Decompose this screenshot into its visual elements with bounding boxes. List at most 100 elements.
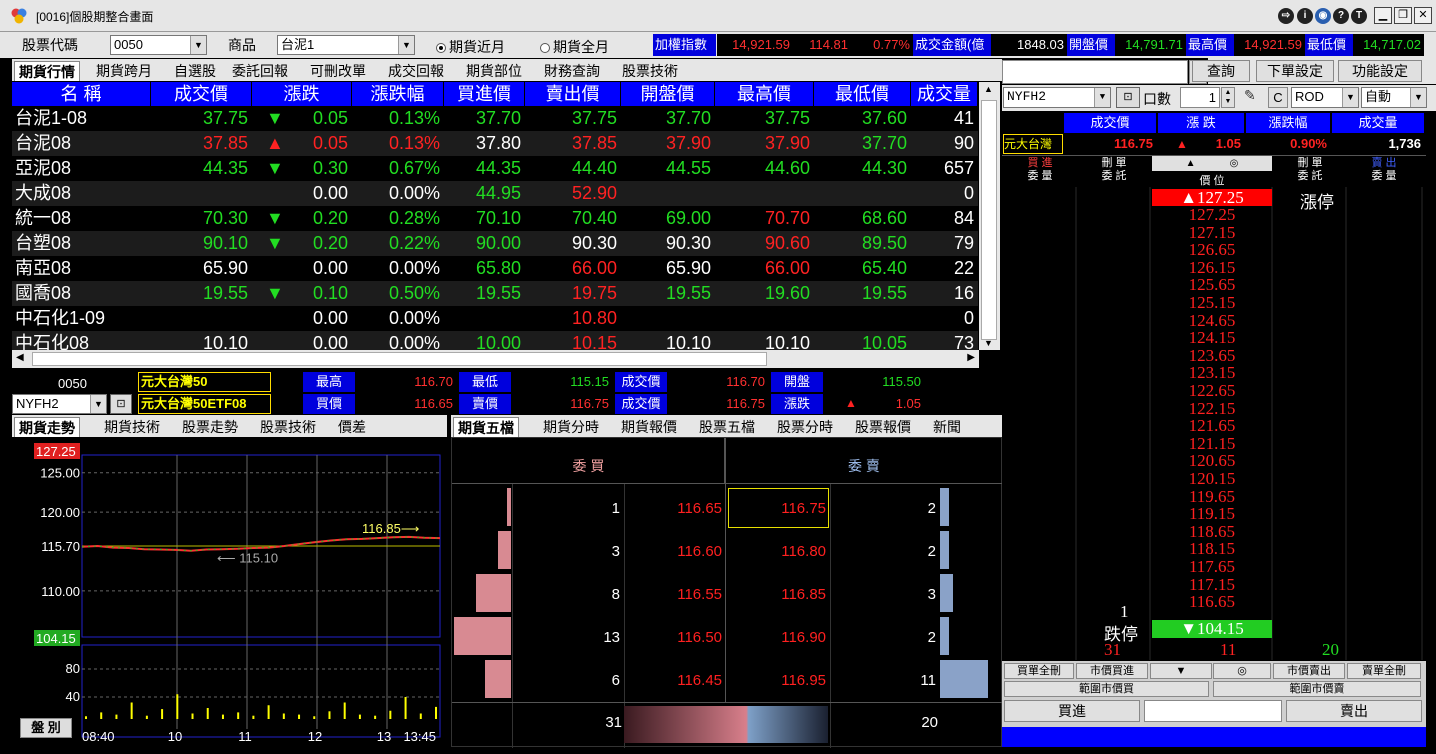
mode-select[interactable]: 自動 ▼ [1361,87,1427,108]
ladder-price[interactable]: 124.65 [1152,311,1272,330]
ladder-price[interactable]: 125.65 [1152,276,1272,294]
ladder-top-price[interactable]: ▲127.25 [1152,189,1272,206]
order-settings-button[interactable]: 下單設定 [1256,60,1334,82]
product-select[interactable]: 台泥1 ▼ [277,35,415,55]
disk-button[interactable]: 盤 別 [20,718,72,738]
tab-book-5[interactable]: 股票報價 [851,417,915,437]
quote-row[interactable]: 亞泥08 44.35 0.30 ▼ 0.67% 44.35 44.40 44.55 44.60 4… [12,156,978,181]
book-bid-qty[interactable]: 8 [552,586,622,603]
tab-top-4[interactable]: 可刪改單 [306,61,370,81]
order-type-select[interactable]: ROD ▼ [1291,87,1359,108]
buy-delete-all-button[interactable]: 買單全刪 [1004,663,1074,679]
quote-row[interactable]: 台泥08 37.85 0.05 ▲ 0.13% 37.80 37.85 37.90 37.90 3… [12,131,978,156]
book-bid[interactable]: 116.60 [624,543,724,560]
export-icon[interactable]: ⇨ [1278,8,1294,24]
tab-book-2[interactable]: 期貨報價 [617,417,681,437]
stock-code-select[interactable]: 0050 ▼ [110,35,207,55]
tab-top-6[interactable]: 期貨部位 [462,61,526,81]
quote-row[interactable]: 台泥1-08 37.75 0.05 ▼ 0.13% 37.70 37.75 37.70 37.7… [12,106,978,131]
quote-row[interactable]: 大成08 0.00 0.00% 44.95 52.90 0 [12,181,978,206]
quote-table-vscroll[interactable]: ▲ ▼ [979,82,1000,350]
tab-book-6[interactable]: 新聞 [929,417,965,437]
tab-chart-4[interactable]: 價差 [334,417,370,437]
hscroll-thumb[interactable] [32,352,767,366]
col-header-6[interactable]: 開盤價 [621,82,715,106]
book-ask-qty[interactable]: 3 [882,586,938,603]
col-header-1[interactable]: 成交價 [151,82,252,106]
query-button[interactable]: 查詢 [1192,60,1250,82]
help-icon[interactable]: ? [1333,8,1349,24]
tab-chart-1[interactable]: 期貨技術 [100,417,164,437]
book-ask-qty[interactable]: 2 [882,500,938,517]
tab-book-4[interactable]: 股票分時 [773,417,837,437]
book-bid[interactable]: 116.45 [624,672,724,689]
qty-input[interactable]: 1 [1180,87,1220,108]
ladder-price[interactable]: 123.15 [1152,364,1272,382]
col-header-2[interactable]: 漲跌 [252,82,352,106]
up-arrow-icon[interactable]: ▲ [1186,158,1196,169]
ladder-price[interactable]: 120.65 [1152,452,1272,470]
tab-top-2[interactable]: 自選股 [170,61,220,81]
book-bid[interactable]: 116.50 [624,629,724,646]
quote-row[interactable]: 統一08 70.30 0.20 ▼ 0.28% 70.10 70.40 69.00 70.70 6… [12,206,978,231]
text-icon[interactable]: T [1351,8,1367,24]
quote-table-hscroll[interactable]: ◀ ▶ [12,350,979,368]
order-contract-select[interactable]: NYFH2 ▼ [1003,87,1111,108]
pencil-icon[interactable]: ✎ [1244,87,1266,108]
col-header-8[interactable]: 最低價 [814,82,911,106]
book-ask[interactable]: 116.95 [728,672,828,689]
ladder-price[interactable]: 123.65 [1152,346,1272,365]
scroll-thumb[interactable] [981,100,997,340]
ladder-price[interactable]: 126.65 [1152,241,1272,259]
center-button[interactable]: ◎ [1213,663,1271,679]
ladder-price[interactable]: 120.15 [1152,470,1272,488]
book-bid[interactable]: 116.65 [624,500,724,517]
tab-top-1[interactable]: 期貨跨月 [92,61,156,81]
col-header-5[interactable]: 賣出價 [525,82,621,106]
ladder-price[interactable]: 118.15 [1152,540,1272,558]
bid-qty-best[interactable]: 1 [1120,602,1129,622]
c-button[interactable]: C [1268,87,1288,108]
info-icon[interactable]: i [1297,8,1313,24]
range-market-buy-button[interactable]: 範圍市價買 [1004,681,1209,697]
qty-stepper[interactable]: ▲ ▼ [1221,87,1235,108]
quote-row[interactable]: 國喬08 19.55 0.10 ▼ 0.50% 19.55 19.75 19.55 19.60 1… [12,281,978,306]
book-bid-qty[interactable]: 6 [552,672,622,689]
book-bid[interactable]: 116.55 [624,586,724,603]
quote-row[interactable]: 南亞08 65.90 0.00 0.00% 65.80 66.00 65.90 66.00 65… [12,256,978,281]
center-icon[interactable]: ◎ [1230,158,1239,169]
tab-top-7[interactable]: 財務查詢 [540,61,604,81]
ladder-price[interactable]: 121.15 [1152,434,1272,453]
ladder-price[interactable]: 122.15 [1152,399,1272,418]
ladder-bottom-price[interactable]: ▼104.15 [1152,620,1272,638]
sell-button[interactable]: 賣出 [1286,700,1422,722]
tab-chart-2[interactable]: 股票走勢 [178,417,242,437]
tab-top-0[interactable]: 期貨行情 [14,61,80,81]
range-market-sell-button[interactable]: 範圍市價賣 [1213,681,1421,697]
tab-top-8[interactable]: 股票技術 [618,61,682,81]
radio-near-month[interactable]: 期貨近月 [436,37,505,57]
search-icon[interactable]: ⊡ [110,394,132,414]
buy-button[interactable]: 買進 [1004,700,1140,722]
quote-row[interactable]: 台塑08 90.10 0.20 ▼ 0.22% 90.00 90.30 90.30 90.60 8… [12,231,978,256]
col-header-4[interactable]: 買進價 [444,82,525,106]
tab-book-3[interactable]: 股票五檔 [695,417,759,437]
ladder-price[interactable]: 124.15 [1152,329,1272,347]
col-header-7[interactable]: 最高價 [715,82,814,106]
ladder-price[interactable]: 121.65 [1152,417,1272,435]
ladder-price[interactable]: 117.65 [1152,558,1272,576]
globe-icon[interactable]: ◉ [1315,8,1331,24]
ladder-price[interactable]: 119.15 [1152,505,1272,523]
radio-all-months[interactable]: 期貨全月 [540,37,609,57]
market-buy-button[interactable]: 市價買進 [1076,663,1148,679]
search-icon[interactable]: ⊡ [1116,87,1140,108]
sell-delete-all-button[interactable]: 賣單全刪 [1347,663,1421,679]
book-ask[interactable]: 116.80 [728,543,828,560]
book-ask-qty[interactable]: 2 [882,543,938,560]
book-bid-qty[interactable]: 13 [552,629,622,646]
ladder-price[interactable]: 119.65 [1152,487,1272,506]
ladder-price[interactable]: 117.15 [1152,575,1272,594]
book-bid-qty[interactable]: 1 [552,500,622,517]
book-ask-qty[interactable]: 11 [882,672,938,689]
ladder-price[interactable]: 125.15 [1152,294,1272,312]
